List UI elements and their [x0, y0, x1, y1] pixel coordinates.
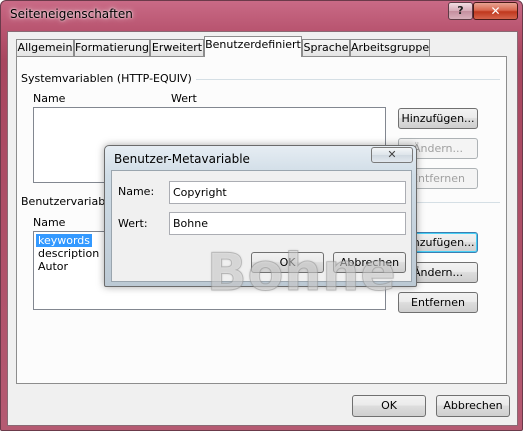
tab-formatierung[interactable]: Formatierung	[74, 39, 150, 56]
list-item-keywords[interactable]: keywords	[36, 234, 93, 247]
close-button[interactable]: ✕	[473, 2, 518, 20]
tab-arbeitsgruppe[interactable]: Arbeitsgruppe	[350, 39, 430, 56]
meta-cancel-button[interactable]: Abbrechen	[333, 252, 406, 273]
window-title: Seiteneigenschaften	[10, 7, 133, 21]
system-vars-col-value: Wert	[171, 92, 197, 105]
title-bar[interactable]: Seiteneigenschaften ? ✕	[1, 1, 522, 29]
meta-variable-dialog: Benutzer-Metavariable ✕ Name: Copyright …	[104, 145, 417, 287]
value-field[interactable]: Bohne	[169, 212, 406, 235]
cancel-button[interactable]: Abbrechen	[436, 395, 510, 417]
tab-allgemein[interactable]: Allgemein	[16, 39, 74, 56]
user-remove-button[interactable]: Entfernen	[398, 292, 478, 313]
list-item-description[interactable]: description	[36, 247, 101, 260]
tab-benutzerdefiniert[interactable]: Benutzerdefiniert	[204, 36, 302, 57]
system-vars-label: Systemvariablen (HTTP-EQUIV)	[21, 72, 196, 85]
system-add-button[interactable]: Hinzufügen...	[398, 108, 478, 129]
name-field[interactable]: Copyright	[169, 181, 406, 204]
ok-button[interactable]: OK	[352, 395, 426, 417]
meta-dialog-title: Benutzer-Metavariable	[114, 152, 250, 166]
name-label: Name:	[118, 185, 155, 198]
meta-ok-button[interactable]: OK	[251, 252, 324, 273]
tab-erweitert[interactable]: Erweitert	[150, 39, 204, 56]
system-vars-col-name: Name	[33, 92, 66, 105]
meta-dialog-body: Name: Copyright Wert: Bohne OK Abbrechen	[111, 170, 412, 282]
tab-sprache[interactable]: Sprache	[302, 39, 350, 56]
help-button[interactable]: ?	[448, 2, 473, 20]
meta-dialog-close-button[interactable]: ✕	[371, 147, 413, 163]
value-label: Wert:	[118, 217, 148, 230]
list-item-autor[interactable]: Autor	[36, 260, 70, 273]
user-vars-col-name: Name	[33, 216, 66, 229]
